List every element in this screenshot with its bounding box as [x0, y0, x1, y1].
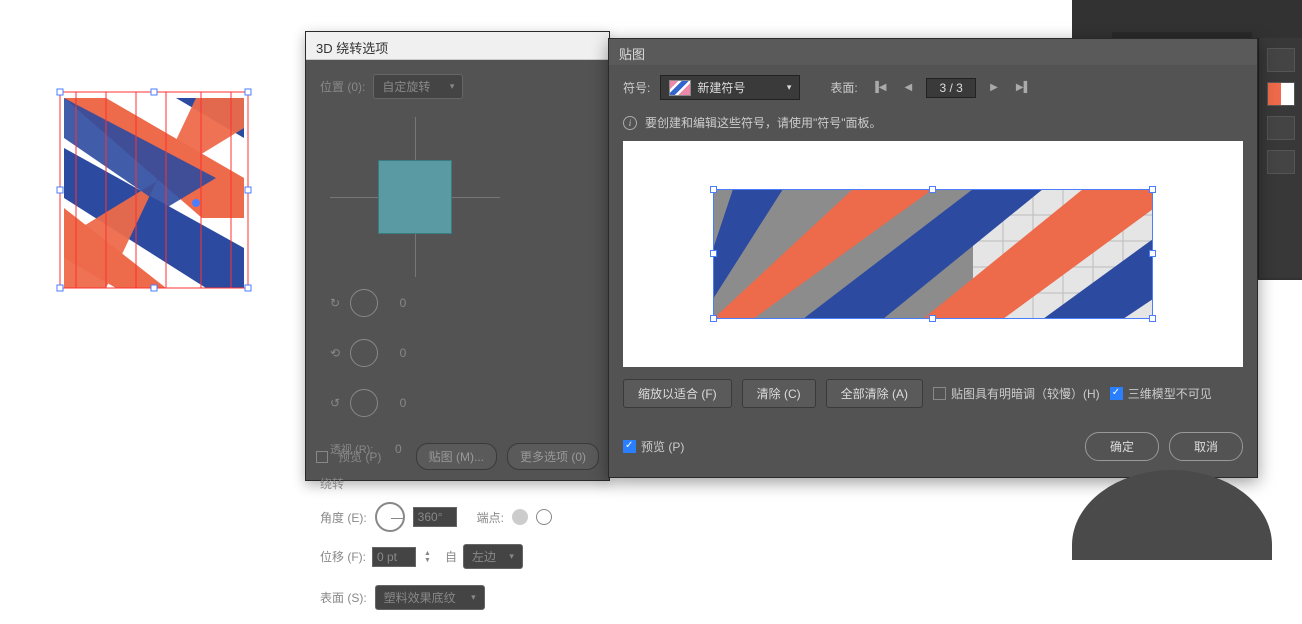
stepper-up-icon[interactable]: ▲	[424, 550, 431, 557]
dialog-3d-revolve-options: 3D 绕转选项 位置 (0): 自定旋转 ▾ ↻ 0	[305, 31, 610, 481]
surface-dropdown[interactable]: 塑料效果底纹 ▾	[375, 585, 485, 610]
revolve-angle-dial[interactable]	[375, 502, 405, 532]
symbol-dropdown[interactable]: 新建符号 ▾	[660, 75, 800, 100]
canvas-selection-preview	[56, 88, 252, 292]
revolve-section-title: 绕转	[320, 475, 595, 492]
cancel-button[interactable]: 取消	[1169, 432, 1243, 461]
map-art-button[interactable]: 贴图 (M)...	[416, 443, 497, 470]
angle-x-value[interactable]: 0	[384, 293, 422, 313]
dialog-map-art: 贴图 符号: 新建符号 ▾ 表面: ▐◀ ◀ 3 / 3 ▶ ▶▌ i 要创建和…	[608, 38, 1258, 478]
surface-counter[interactable]: 3 / 3	[926, 78, 976, 98]
angle-y-dial[interactable]	[350, 339, 378, 367]
from-edge-dropdown[interactable]: 左边 ▾	[463, 544, 523, 569]
resize-handle[interactable]	[710, 250, 717, 257]
resize-handle[interactable]	[1149, 250, 1156, 257]
chevron-down-icon: ▾	[471, 592, 476, 603]
rotation-cube[interactable]	[378, 160, 452, 234]
from-label: 自	[445, 548, 457, 565]
cap-on-icon[interactable]	[512, 509, 528, 525]
resize-handle[interactable]	[1149, 315, 1156, 322]
preview-checkbox[interactable]	[623, 440, 636, 453]
position-label: 位置 (0):	[320, 78, 365, 95]
scale-to-fit-button[interactable]: 缩放以适合 (F)	[623, 379, 732, 408]
last-surface-button[interactable]: ▶▌	[1012, 80, 1035, 95]
ok-button[interactable]: 确定	[1085, 432, 1159, 461]
panel-collapsed-icon[interactable]	[1267, 116, 1295, 140]
invisible-geometry-label: 三维模型不可见	[1128, 385, 1212, 402]
angle-y-value[interactable]: 0	[384, 343, 422, 363]
resize-handle[interactable]	[1149, 186, 1156, 193]
preview-label: 预览 (P)	[641, 438, 684, 455]
clear-button[interactable]: 清除 (C)	[742, 379, 816, 408]
angle-z-dial[interactable]	[350, 389, 378, 417]
rotate-x-icon: ↻	[330, 296, 344, 310]
revolve-angle-input[interactable]: 360°	[413, 507, 457, 527]
panel-collapsed-icon[interactable]	[1267, 150, 1295, 174]
dialog-title: 3D 绕转选项	[316, 41, 388, 56]
watermark-shape	[1072, 470, 1272, 560]
rotate-y-icon: ⟲	[330, 346, 344, 360]
panel-collapsed-icon[interactable]	[1267, 82, 1295, 106]
resize-handle[interactable]	[710, 186, 717, 193]
shade-artwork-checkbox[interactable]	[933, 387, 946, 400]
dialog-titlebar[interactable]: 3D 绕转选项	[306, 32, 609, 60]
first-surface-button[interactable]: ▐◀	[868, 80, 891, 95]
offset-label: 位移 (F):	[320, 548, 366, 565]
stepper-down-icon[interactable]: ▼	[424, 557, 431, 564]
info-text: 要创建和编辑这些符号，请使用"符号"面板。	[645, 114, 882, 131]
prev-surface-button[interactable]: ◀	[900, 80, 916, 95]
chevron-down-icon: ▾	[450, 81, 455, 92]
art-bounding-box[interactable]	[713, 189, 1153, 319]
invisible-geometry-checkbox[interactable]	[1110, 387, 1123, 400]
chevron-down-icon: ▾	[787, 82, 792, 93]
angle-label: 角度 (E):	[320, 509, 367, 526]
resize-handle[interactable]	[929, 315, 936, 322]
preview-checkbox[interactable]	[316, 451, 328, 463]
info-icon: i	[623, 116, 637, 130]
angle-x-dial[interactable]	[350, 289, 378, 317]
dialog-title: 贴图	[619, 47, 645, 62]
surface-label: 表面:	[830, 79, 857, 96]
next-surface-button[interactable]: ▶	[986, 80, 1002, 95]
more-options-button[interactable]: 更多选项 (0)	[507, 443, 599, 470]
angle-z-value[interactable]: 0	[384, 393, 422, 413]
preview-label: 预览 (P)	[338, 448, 381, 465]
map-art-preview[interactable]	[623, 141, 1243, 367]
resize-handle[interactable]	[929, 186, 936, 193]
chevron-down-icon: ▾	[509, 551, 514, 562]
panel-collapsed-icon[interactable]	[1267, 48, 1295, 72]
position-dropdown[interactable]: 自定旋转 ▾	[373, 74, 463, 99]
rotation-cube-preview[interactable]	[330, 117, 500, 277]
rotate-z-icon: ↺	[330, 396, 344, 410]
symbol-swatch-icon	[669, 80, 691, 96]
symbol-label: 符号:	[623, 79, 650, 96]
clear-all-button[interactable]: 全部清除 (A)	[826, 379, 923, 408]
cap-off-icon[interactable]	[536, 509, 552, 525]
dialog-titlebar[interactable]: 贴图	[609, 39, 1257, 65]
surface-label: 表面 (S):	[320, 589, 367, 606]
cap-label: 端点:	[477, 509, 504, 526]
resize-handle[interactable]	[710, 315, 717, 322]
shade-artwork-label: 贴图具有明暗调（较慢）(H)	[951, 385, 1100, 402]
